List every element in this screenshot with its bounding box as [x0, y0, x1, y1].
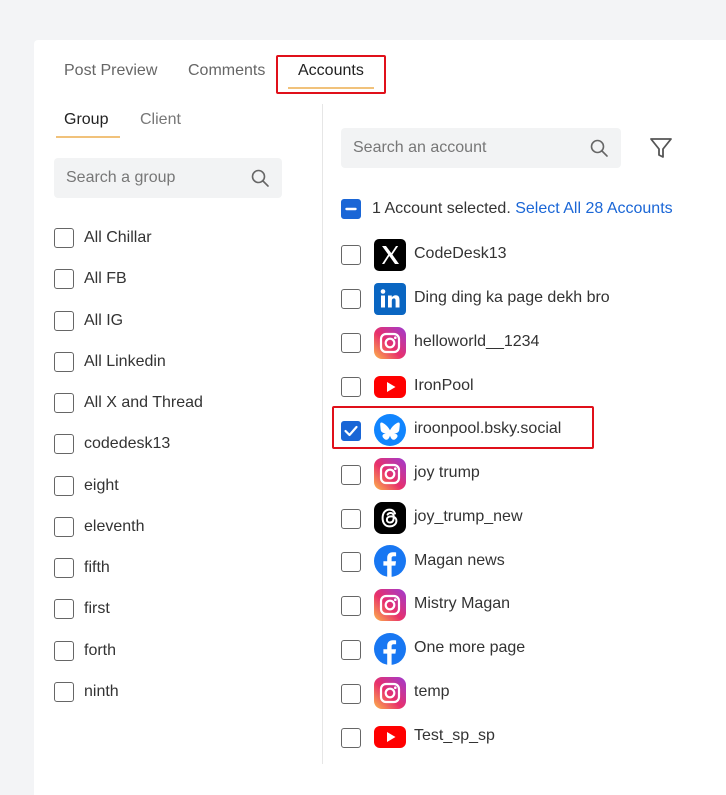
- account-name: IronPool: [414, 377, 474, 394]
- account-checkbox[interactable]: [341, 640, 361, 660]
- group-checkbox[interactable]: [54, 311, 74, 331]
- account-checkbox[interactable]: [341, 333, 361, 353]
- account-checkbox[interactable]: [341, 465, 361, 485]
- account-checkbox[interactable]: [341, 377, 361, 397]
- account-checkbox[interactable]: [341, 728, 361, 748]
- minus-icon: [345, 207, 357, 211]
- group-label: ninth: [84, 683, 119, 700]
- group-checkbox[interactable]: [54, 393, 74, 413]
- group-label: eight: [84, 477, 119, 494]
- account-search: [341, 128, 621, 168]
- group-label: All Chillar: [84, 229, 152, 246]
- account-checkbox[interactable]: [341, 596, 361, 616]
- group-label: forth: [84, 642, 117, 659]
- account-checkbox[interactable]: [341, 684, 361, 704]
- account-checkbox[interactable]: [341, 509, 361, 529]
- group-checkbox[interactable]: [54, 558, 74, 578]
- filter-icon[interactable]: [648, 135, 674, 161]
- instagram-icon: [374, 458, 406, 490]
- tab-comments[interactable]: Comments: [188, 62, 265, 80]
- account-name: iroonpool.bsky.social: [414, 420, 562, 437]
- group-label: first: [84, 600, 110, 617]
- group-checkbox[interactable]: [54, 641, 74, 661]
- threads-icon: [374, 502, 406, 534]
- select-all-checkbox[interactable]: [341, 199, 361, 219]
- subtab-client[interactable]: Client: [140, 111, 181, 129]
- group-label: All X and Thread: [84, 394, 203, 411]
- account-name: CodeDesk13: [414, 245, 507, 262]
- selected-count-text: 1 Account selected.: [372, 200, 511, 217]
- tab-post-preview[interactable]: Post Preview: [64, 62, 157, 80]
- group-checkbox[interactable]: [54, 269, 74, 289]
- group-checkbox[interactable]: [54, 228, 74, 248]
- account-name: Mistry Magan: [414, 595, 511, 612]
- account-name: joy_trump_new: [414, 508, 523, 525]
- youtube-icon: [374, 726, 406, 748]
- account-name: Test_sp_sp: [414, 727, 495, 744]
- checkmark-icon: [344, 425, 358, 437]
- account-checkbox[interactable]: [341, 245, 361, 265]
- account-name: One more page: [414, 639, 526, 656]
- youtube-icon: [374, 376, 406, 398]
- group-checkbox[interactable]: [54, 599, 74, 619]
- group-label: All FB: [84, 270, 127, 287]
- linkedin-icon: [374, 283, 406, 315]
- group-label: All IG: [84, 312, 124, 329]
- instagram-icon: [374, 327, 406, 359]
- group-checkbox[interactable]: [54, 476, 74, 496]
- account-name: joy trump: [414, 464, 480, 481]
- account-name: temp: [414, 683, 450, 700]
- account-search-input[interactable]: [353, 128, 583, 168]
- tab-accounts[interactable]: Accounts: [298, 62, 364, 80]
- group-label: All Linkedin: [84, 353, 166, 370]
- instagram-icon: [374, 677, 406, 709]
- x-icon: [374, 239, 406, 271]
- search-icon[interactable]: [589, 138, 609, 158]
- group-label: fifth: [84, 559, 110, 576]
- group-label: codedesk13: [84, 435, 171, 452]
- instagram-icon: [374, 589, 406, 621]
- account-checkbox[interactable]: [341, 552, 361, 572]
- group-label: eleventh: [84, 518, 145, 535]
- select-all-link[interactable]: Select All 28 Accounts: [515, 200, 672, 217]
- group-search-input[interactable]: [66, 158, 244, 198]
- column-divider: [322, 104, 323, 764]
- bluesky-icon: [374, 414, 406, 446]
- group-checkbox[interactable]: [54, 434, 74, 454]
- account-name: Magan news: [414, 552, 505, 569]
- account-checkbox[interactable]: [341, 421, 361, 441]
- group-search: [54, 158, 282, 198]
- search-icon[interactable]: [250, 168, 270, 188]
- account-name: Ding ding ka page dekh bro: [414, 289, 610, 306]
- selection-summary: 1 Account selected. Select All 28 Accoun…: [372, 200, 673, 218]
- subtab-group[interactable]: Group: [64, 111, 108, 129]
- account-name: helloworld__1234: [414, 333, 540, 350]
- facebook-icon: [374, 633, 406, 665]
- facebook-icon: [374, 545, 406, 577]
- group-checkbox[interactable]: [54, 682, 74, 702]
- account-checkbox[interactable]: [341, 289, 361, 309]
- group-checkbox[interactable]: [54, 352, 74, 372]
- active-subtab-underline: [56, 136, 120, 138]
- group-checkbox[interactable]: [54, 517, 74, 537]
- active-tab-underline: [288, 87, 374, 89]
